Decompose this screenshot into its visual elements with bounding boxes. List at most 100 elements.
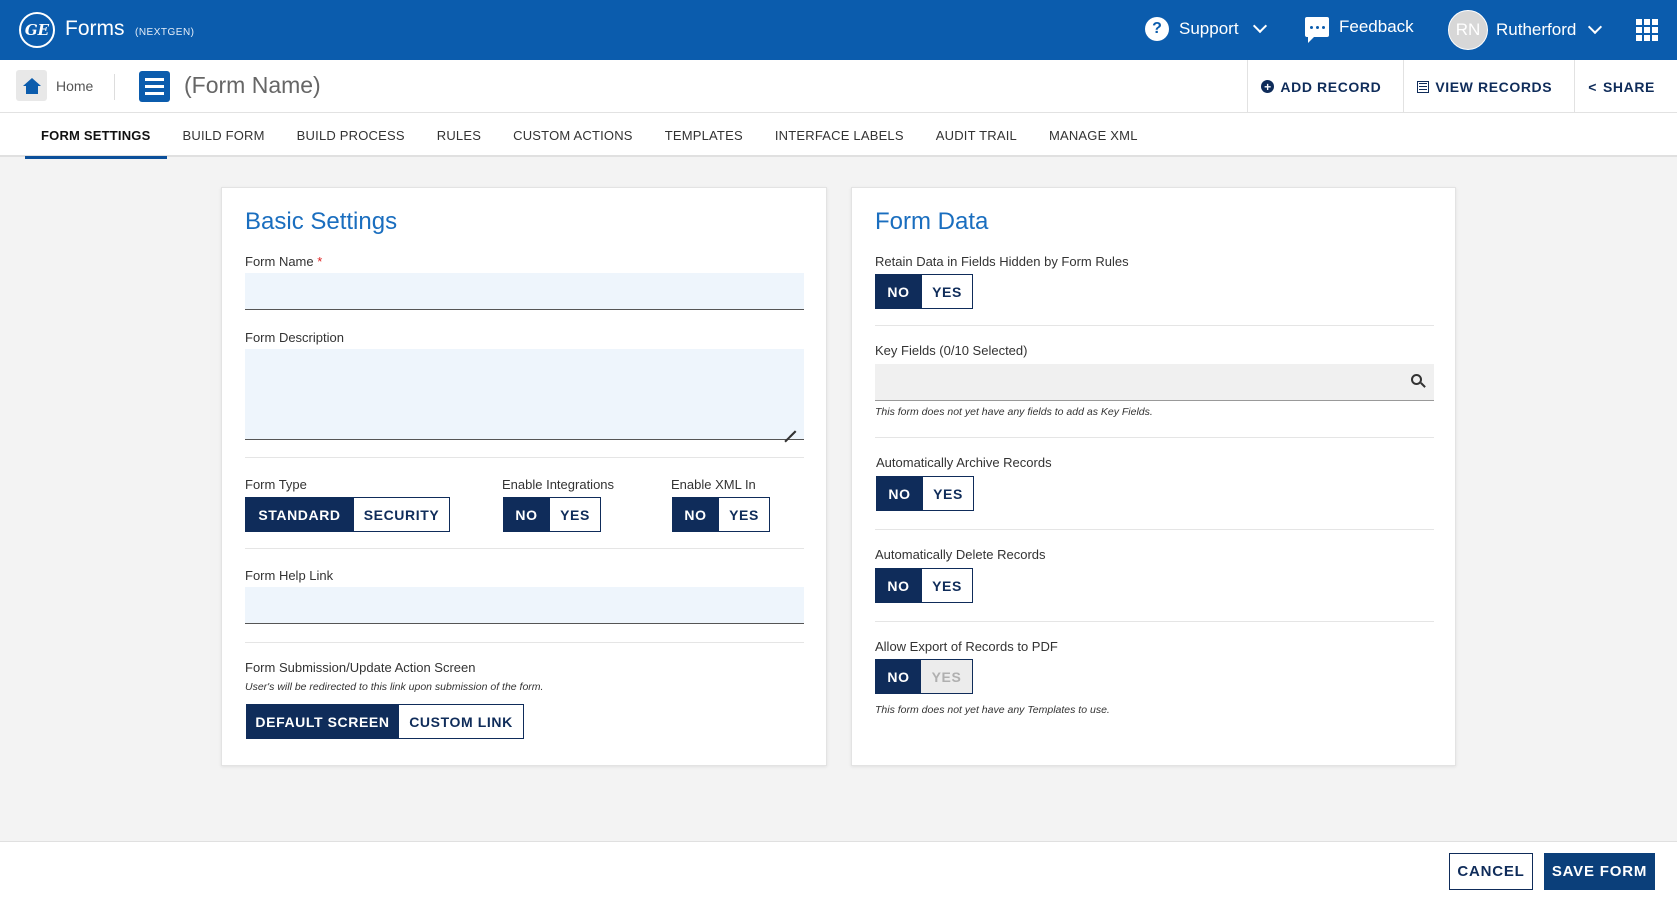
app-subtitle: (NEXTGEN): [135, 27, 195, 38]
plus-circle-icon: +: [1261, 80, 1275, 93]
support-label: Support: [1179, 19, 1239, 38]
tab-form-settings[interactable]: FORM SETTINGS: [25, 113, 167, 159]
export-pdf-yes-disabled: YES: [921, 660, 972, 693]
tab-build-process[interactable]: BUILD PROCESS: [281, 113, 421, 157]
form-type-toggle: STANDARD SECURITY: [245, 497, 450, 532]
key-fields-hint: This form does not yet have any fields t…: [875, 406, 1153, 418]
submission-action-label: Form Submission/Update Action Screen: [245, 660, 476, 675]
export-pdf-hint: This form does not yet have any Template…: [875, 704, 1110, 716]
export-pdf-no[interactable]: NO: [876, 660, 921, 693]
form-type-security-option[interactable]: SECURITY: [353, 498, 449, 531]
tab-manage-xml[interactable]: MANAGE XML: [1033, 113, 1154, 157]
chevron-down-icon: [1252, 18, 1267, 34]
home-icon: [22, 77, 41, 94]
basic-settings-panel: Basic Settings Form Name * Form Descript…: [221, 187, 827, 766]
form-name-label: Form Name *: [245, 254, 323, 269]
retain-data-label: Retain Data in Fields Hidden by Form Rul…: [875, 254, 1129, 269]
resize-handle-icon[interactable]: [784, 419, 796, 431]
default-screen-option[interactable]: DEFAULT SCREEN: [247, 705, 398, 738]
enable-xml-label: Enable XML In: [671, 477, 756, 492]
form-icon: [139, 71, 170, 102]
divider: [875, 325, 1434, 326]
enable-integrations-no[interactable]: NO: [504, 498, 549, 531]
share-button[interactable]: < SHARE: [1574, 60, 1677, 113]
retain-data-no[interactable]: NO: [876, 275, 921, 308]
settings-tabs: FORM SETTINGS BUILD FORM BUILD PROCESS R…: [0, 113, 1677, 159]
basic-settings-title: Basic Settings: [245, 208, 398, 235]
chevron-down-icon: [1588, 19, 1603, 35]
home-link[interactable]: Home: [56, 78, 93, 94]
delete-records-yes[interactable]: YES: [921, 569, 972, 602]
tab-audit-trail[interactable]: AUDIT TRAIL: [920, 113, 1033, 157]
form-data-panel: Form Data Retain Data in Fields Hidden b…: [851, 187, 1456, 766]
tab-templates[interactable]: TEMPLATES: [649, 113, 759, 157]
list-icon: [1417, 80, 1430, 93]
required-mark: *: [317, 254, 323, 269]
divider: [114, 74, 115, 100]
user-menu[interactable]: RN Rutherford: [1448, 10, 1603, 50]
support-menu[interactable]: ? Support: [1145, 17, 1267, 41]
form-description-label: Form Description: [245, 330, 344, 345]
divider: [875, 621, 1434, 622]
delete-records-no[interactable]: NO: [876, 569, 921, 602]
avatar: RN: [1448, 10, 1488, 50]
form-help-link-label: Form Help Link: [245, 568, 334, 583]
export-pdf-label: Allow Export of Records to PDF: [875, 639, 1058, 654]
footer-bar: CANCEL SAVE FORM: [0, 841, 1677, 901]
divider: [245, 457, 804, 458]
form-actions: + ADD RECORD VIEW RECORDS < SHARE: [1247, 60, 1677, 113]
archive-records-toggle: NO YES: [876, 476, 974, 511]
submission-hint: User's will be redirected to this link u…: [245, 681, 544, 693]
home-button[interactable]: [16, 70, 47, 101]
feedback-icon: [1305, 17, 1329, 43]
ge-logo[interactable]: GE: [19, 12, 55, 48]
app-name: Forms: [65, 17, 125, 40]
retain-data-toggle: NO YES: [875, 274, 973, 309]
delete-records-label: Automatically Delete Records: [875, 547, 1046, 562]
view-records-label: VIEW RECORDS: [1435, 78, 1553, 95]
divider: [245, 642, 804, 643]
custom-link-option[interactable]: CUSTOM LINK: [398, 705, 523, 738]
help-icon: ?: [1145, 17, 1169, 41]
form-help-link-input[interactable]: [245, 587, 804, 624]
top-nav-bar: GE Forms (NEXTGEN) ? Support Feedback RN…: [0, 0, 1677, 60]
share-label: SHARE: [1602, 78, 1655, 95]
key-fields-search[interactable]: [875, 364, 1434, 401]
tab-build-form[interactable]: BUILD FORM: [167, 113, 281, 157]
enable-integrations-yes[interactable]: YES: [549, 498, 600, 531]
add-record-label: ADD RECORD: [1280, 78, 1382, 95]
divider: [245, 548, 804, 549]
search-icon[interactable]: [1411, 374, 1422, 385]
form-name-input[interactable]: [245, 273, 804, 310]
archive-records-label: Automatically Archive Records: [876, 455, 1052, 470]
key-fields-label: Key Fields (0/10 Selected): [875, 343, 1028, 358]
cancel-button[interactable]: CANCEL: [1449, 853, 1533, 890]
enable-xml-no[interactable]: NO: [673, 498, 718, 531]
enable-xml-toggle: NO YES: [672, 497, 770, 532]
save-form-button[interactable]: SAVE FORM: [1544, 853, 1655, 890]
share-icon: <: [1588, 78, 1597, 95]
form-header-bar: Home (Form Name) + ADD RECORD VIEW RECOR…: [0, 60, 1677, 113]
feedback-button[interactable]: Feedback: [1305, 17, 1414, 43]
form-description-textarea[interactable]: [245, 349, 804, 440]
archive-records-no[interactable]: NO: [877, 477, 922, 510]
delete-records-toggle: NO YES: [875, 568, 973, 603]
form-type-label: Form Type: [245, 477, 307, 492]
export-pdf-toggle: NO YES: [875, 659, 973, 694]
retain-data-yes[interactable]: YES: [921, 275, 972, 308]
view-records-button[interactable]: VIEW RECORDS: [1403, 60, 1574, 113]
feedback-label: Feedback: [1339, 17, 1414, 36]
submission-screen-toggle: DEFAULT SCREEN CUSTOM LINK: [246, 704, 524, 739]
enable-xml-yes[interactable]: YES: [718, 498, 769, 531]
app-grid-icon[interactable]: [1636, 19, 1658, 41]
archive-records-yes[interactable]: YES: [922, 477, 973, 510]
form-type-standard-option[interactable]: STANDARD: [246, 498, 353, 531]
tab-rules[interactable]: RULES: [421, 113, 497, 157]
tab-interface-labels[interactable]: INTERFACE LABELS: [759, 113, 920, 157]
tab-custom-actions[interactable]: CUSTOM ACTIONS: [497, 113, 649, 157]
enable-integrations-toggle: NO YES: [503, 497, 601, 532]
user-name: Rutherford: [1496, 20, 1577, 39]
divider: [875, 437, 1434, 438]
add-record-button[interactable]: + ADD RECORD: [1247, 60, 1403, 113]
divider: [875, 529, 1434, 530]
